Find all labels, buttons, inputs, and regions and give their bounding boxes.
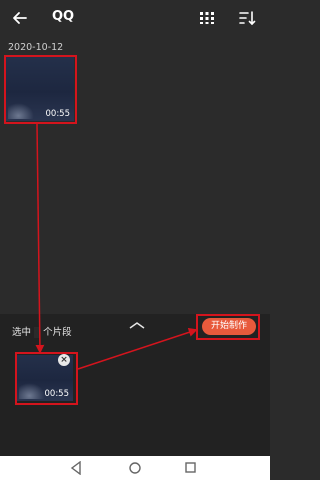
- page-title: QQ: [52, 9, 75, 24]
- selection-count-text: 选中 1 个片段: [12, 324, 72, 338]
- nav-home-icon[interactable]: [129, 462, 141, 474]
- annotation-box-start-button: [196, 314, 260, 340]
- selection-suffix: 个片段: [43, 327, 72, 338]
- chevron-up-icon[interactable]: [128, 320, 146, 330]
- back-arrow-icon[interactable]: [10, 8, 30, 28]
- annotation-box-thumbnail: [4, 55, 77, 124]
- nav-back-icon[interactable]: [70, 461, 82, 475]
- grid-dots-icon[interactable]: [198, 9, 216, 27]
- sort-icon[interactable]: [238, 9, 256, 27]
- date-header: 2020-10-12: [8, 42, 64, 53]
- nav-recent-icon[interactable]: [185, 462, 196, 473]
- selection-count: 1: [34, 327, 41, 338]
- annotation-box-selected-clip: [15, 352, 78, 405]
- top-bar: QQ: [0, 0, 270, 36]
- selection-prefix: 选中: [12, 327, 32, 338]
